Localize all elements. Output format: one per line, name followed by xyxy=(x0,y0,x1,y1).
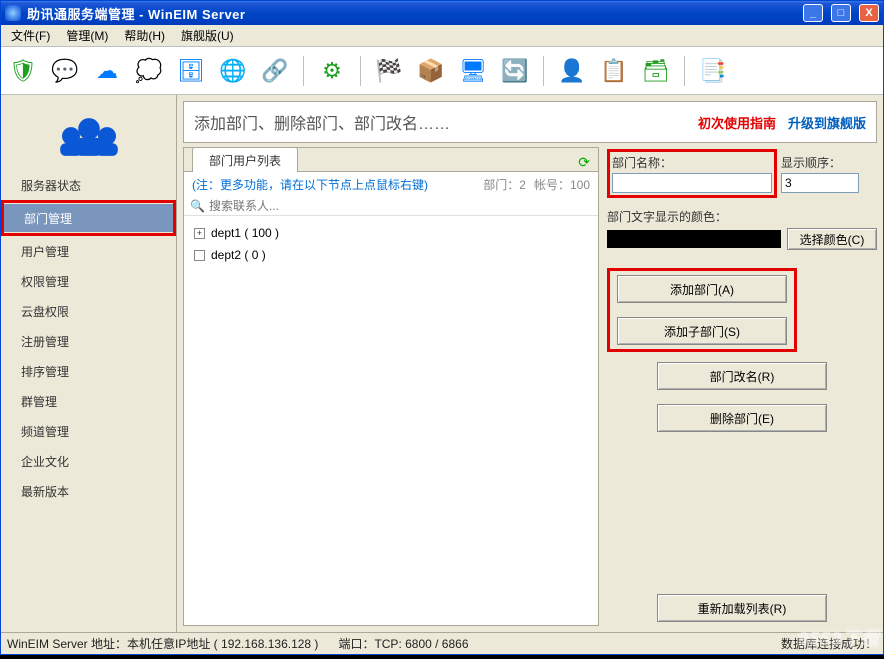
menu-help[interactable]: 帮助(H) xyxy=(118,25,171,46)
separator xyxy=(684,56,685,86)
watermark: 9553下载 xyxy=(798,625,880,651)
expand-icon[interactable]: + xyxy=(194,228,205,239)
sidebar-item-department[interactable]: 部门管理 xyxy=(4,203,173,233)
right-column: 部门名称： 显示顺序： 部门文字显示的颜色： xyxy=(607,147,877,626)
app-window: 助讯通服务端管理 - WinEIM Server _ □ X 文件(F) 管理(… xyxy=(0,0,884,655)
add-subdept-button[interactable]: 添加子部门(S) xyxy=(617,317,787,345)
sidebar-item-cloud[interactable]: 云盘权限 xyxy=(1,296,176,326)
tree-view[interactable]: + dept1 ( 100 ) dept2 ( 0 ) xyxy=(184,216,598,625)
search-row: 🔍 xyxy=(184,197,598,216)
copy-icon[interactable]: 📑 xyxy=(695,53,731,89)
app-icon xyxy=(5,5,21,21)
sidebar-item-user[interactable]: 用户管理 xyxy=(1,236,176,266)
gear-icon[interactable]: ⚙ xyxy=(314,53,350,89)
header-panel: 添加部门、删除部门、部门改名…… 初次使用指南 升级到旗舰版 xyxy=(183,101,877,143)
sidebar: 服务器状态 部门管理 用户管理 权限管理 云盘权限 注册管理 排序管理 群管理 … xyxy=(1,95,177,632)
clipboard-icon[interactable]: 📋 xyxy=(596,53,632,89)
shield-icon[interactable]: 🛡 xyxy=(5,53,41,89)
note-text: (注：更多功能，请在以下节点上点鼠标右键) xyxy=(192,176,428,193)
delete-dept-button[interactable]: 删除部门(E) xyxy=(657,404,827,432)
tree-label: dept1 ( 100 ) xyxy=(211,226,279,240)
sidebar-item-server-status[interactable]: 服务器状态 xyxy=(1,170,176,200)
menu-file[interactable]: 文件(F) xyxy=(5,25,56,46)
color-swatch xyxy=(607,230,781,248)
dept-name-input[interactable] xyxy=(612,173,772,193)
box-icon[interactable]: 📦 xyxy=(413,53,449,89)
tree-node-dept2[interactable]: dept2 ( 0 ) xyxy=(190,244,592,266)
other-buttons: 部门改名(R) 删除部门(E) xyxy=(607,362,877,432)
chat-icon[interactable]: 💬 xyxy=(47,53,83,89)
add-buttons-highlight: 添加部门(A) 添加子部门(S) xyxy=(607,268,797,352)
separator xyxy=(360,56,361,86)
window-title: 助讯通服务端管理 - WinEIM Server xyxy=(27,4,795,23)
tree-node-dept1[interactable]: + dept1 ( 100 ) xyxy=(190,222,592,244)
refresh-icon[interactable]: ⟳ xyxy=(578,154,590,171)
brain-gear-icon[interactable]: 👤 xyxy=(554,53,590,89)
order-label: 显示顺序： xyxy=(781,154,859,171)
menu-manage[interactable]: 管理(M) xyxy=(60,25,114,46)
dept-count: 部门：2 xyxy=(483,176,526,193)
flag-icon[interactable]: 🏁 xyxy=(371,53,407,89)
link-upgrade[interactable]: 升级到旗舰版 xyxy=(788,113,866,132)
rename-dept-button[interactable]: 部门改名(R) xyxy=(657,362,827,390)
color-label: 部门文字显示的颜色： xyxy=(607,208,877,225)
sidebar-item-permission[interactable]: 权限管理 xyxy=(1,266,176,296)
status-address: WinEIM Server 地址：本机任意IP地址 ( 192.168.136.… xyxy=(7,635,318,652)
menubar: 文件(F) 管理(M) 帮助(H) 旗舰版(U) xyxy=(1,25,883,47)
wechat-icon[interactable]: 💭 xyxy=(131,53,167,89)
sidebar-highlight: 部门管理 xyxy=(1,200,176,236)
main-area: 服务器状态 部门管理 用户管理 权限管理 云盘权限 注册管理 排序管理 群管理 … xyxy=(1,95,883,632)
reload-list-button[interactable]: 重新加载列表(R) xyxy=(657,594,827,622)
sidebar-item-register[interactable]: 注册管理 xyxy=(1,326,176,356)
stack-icon[interactable]: 🗃 xyxy=(638,53,674,89)
body-row: 部门用户列表 ⟳ (注：更多功能，请在以下节点上点鼠标右键) 部门：2 帐号：1… xyxy=(183,147,877,626)
sidebar-logo xyxy=(1,95,176,170)
minimize-button[interactable]: _ xyxy=(803,4,823,22)
tab-dept-users[interactable]: 部门用户列表 xyxy=(192,147,298,172)
globe-icon[interactable]: 🌐 xyxy=(215,53,251,89)
order-input[interactable] xyxy=(781,173,859,193)
search-icon: 🔍 xyxy=(190,199,205,213)
tab-strip: 部门用户列表 ⟳ xyxy=(184,148,598,172)
database-icon[interactable]: 🗄 xyxy=(173,53,209,89)
content: 添加部门、删除部门、部门改名…… 初次使用指南 升级到旗舰版 部门用户列表 ⟳ … xyxy=(177,95,883,632)
sidebar-item-version[interactable]: 最新版本 xyxy=(1,476,176,506)
page-title: 添加部门、删除部门、部门改名…… xyxy=(194,110,698,134)
separator xyxy=(543,56,544,86)
tree-label: dept2 ( 0 ) xyxy=(211,248,266,262)
cloud-icon[interactable]: ☁ xyxy=(89,53,125,89)
sidebar-item-culture[interactable]: 企业文化 xyxy=(1,446,176,476)
menu-flagship[interactable]: 旗舰版(U) xyxy=(175,25,240,46)
name-highlight: 部门名称： xyxy=(607,149,777,198)
link-icon[interactable]: 🔗 xyxy=(257,53,293,89)
separator xyxy=(303,56,304,86)
sidebar-item-sort[interactable]: 排序管理 xyxy=(1,356,176,386)
sidebar-item-channel[interactable]: 频道管理 xyxy=(1,416,176,446)
toolbar: 🛡 💬 ☁ 💭 🗄 🌐 🔗 ⚙ 🏁 📦 🖥 🔄 👤 📋 🗃 📑 xyxy=(1,47,883,95)
choose-color-button[interactable]: 选择颜色(C) xyxy=(787,228,877,250)
add-dept-button[interactable]: 添加部门(A) xyxy=(617,275,787,303)
dept-name-label: 部门名称： xyxy=(612,154,772,171)
note-row: (注：更多功能，请在以下节点上点鼠标右键) 部门：2 帐号：100 xyxy=(184,172,598,197)
monitor-icon[interactable]: 🖥 xyxy=(455,53,491,89)
spacer xyxy=(607,438,877,584)
maximize-button[interactable]: □ xyxy=(831,4,851,22)
statusbar: WinEIM Server 地址：本机任意IP地址 ( 192.168.136.… xyxy=(1,632,883,654)
acct-count: 帐号：100 xyxy=(534,176,590,193)
sidebar-item-group[interactable]: 群管理 xyxy=(1,386,176,416)
left-column: 部门用户列表 ⟳ (注：更多功能，请在以下节点上点鼠标右键) 部门：2 帐号：1… xyxy=(183,147,599,626)
close-button[interactable]: X xyxy=(859,4,879,22)
status-port: 端口：TCP: 6800 / 6866 xyxy=(338,635,468,652)
leaf-icon xyxy=(194,250,205,261)
refresh-icon[interactable]: 🔄 xyxy=(497,53,533,89)
titlebar[interactable]: 助讯通服务端管理 - WinEIM Server _ □ X xyxy=(1,1,883,25)
search-input[interactable] xyxy=(209,199,592,213)
link-guide[interactable]: 初次使用指南 xyxy=(698,113,776,132)
name-order-group: 部门名称： 显示顺序： xyxy=(607,149,877,198)
